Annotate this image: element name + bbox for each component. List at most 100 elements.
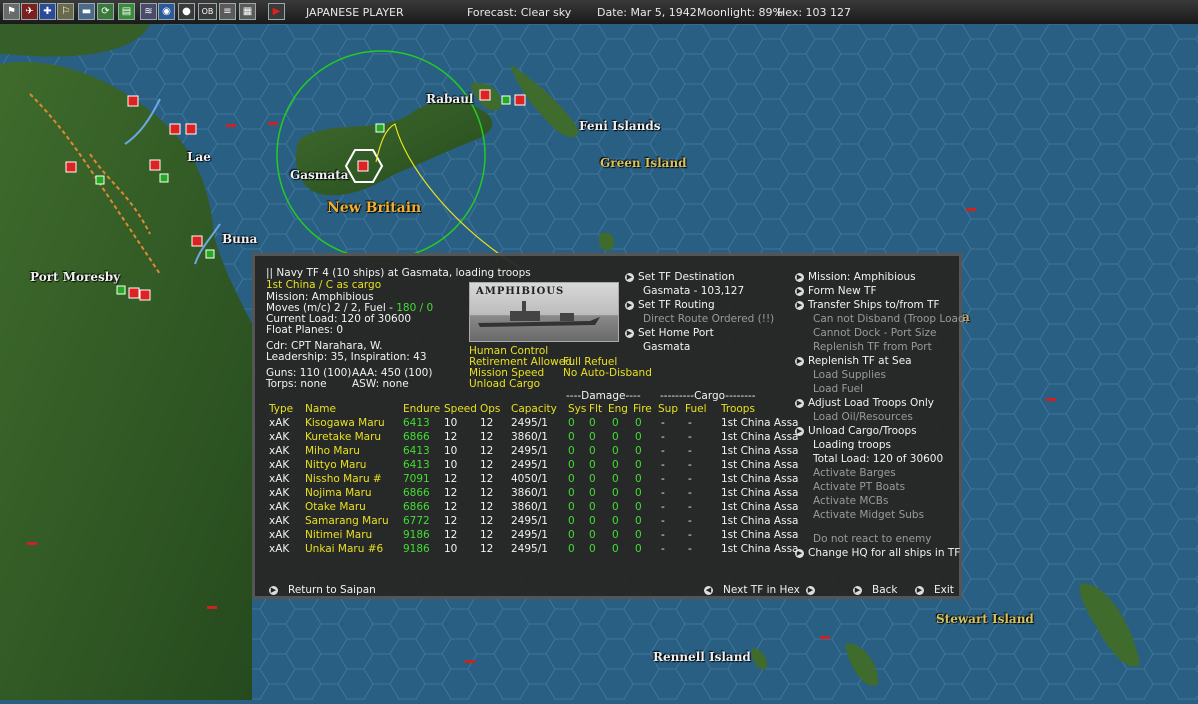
set-destination-label: Set TF Destination	[638, 271, 735, 283]
transfer-ships-button[interactable]: ▶ Transfer Ships to/from TF	[795, 299, 940, 312]
table-row[interactable]: xAK Otake Maru 6866 12 12 3860/1 0 0 0 0 - - 1st Chi…	[269, 500, 809, 514]
cell-name[interactable]: Nittyo Maru	[305, 458, 366, 472]
arrow-right-icon: ▶	[795, 286, 804, 296]
home-port-value: Gasmata	[643, 341, 691, 353]
table-row[interactable]: xAK Samarang Maru 6772 12 12 2495/1 0 0 0 0 - - 1st …	[269, 514, 809, 528]
cell-speed: 10	[444, 543, 458, 555]
toggle-unload-cargo[interactable]: Unload Cargo	[469, 378, 540, 391]
carrier-icon[interactable]: ▬	[78, 3, 95, 20]
cell-troops: 1st China Assa	[721, 459, 799, 471]
arrow-right-icon: ▶	[795, 300, 804, 310]
table-row[interactable]: xAK Nitimei Maru 9186 12 12 2495/1 0 0 0 0 - - 1st C…	[269, 528, 809, 542]
mission-button[interactable]: ▶ Mission: Amphibious	[795, 271, 916, 284]
flag-icon[interactable]: ⚑	[3, 3, 20, 20]
list-icon[interactable]: ≡	[219, 3, 236, 20]
table-row[interactable]: xAK Nittyo Maru 6413 10 12 2495/1 0 0 0 0 - - 1st Ch…	[269, 458, 809, 472]
return-button[interactable]: ▶ Return to Saipan	[269, 584, 376, 597]
form-new-tf-button[interactable]: ▶ Form New TF	[795, 285, 876, 298]
table-row[interactable]: xAK Nojima Maru 6866 12 12 3860/1 0 0 0 0 - - 1st Ch…	[269, 486, 809, 500]
set-routing-button[interactable]: ▶ Set TF Routing	[625, 299, 715, 312]
cell-name[interactable]: Samarang Maru	[305, 514, 389, 528]
adjust-load-label: Adjust Load Troops Only	[808, 397, 935, 409]
cell-sup: -	[661, 515, 665, 527]
globe-icon[interactable]: ◉	[158, 3, 175, 20]
grid-icon[interactable]: ▦	[239, 3, 256, 20]
set-routing-label: Set TF Routing	[638, 299, 715, 311]
table-row[interactable]: xAK Nissho Maru # 7091 12 12 4050/1 0 0 0 0 - - 1st …	[269, 472, 809, 486]
table-row[interactable]: xAK Miho Maru 6413 10 12 2495/1 0 0 0 0 - - 1st Chin…	[269, 444, 809, 458]
base-icon[interactable]: ⚐	[57, 3, 74, 20]
date-label: Date: Mar 5, 1942	[597, 6, 697, 19]
cell-troops: 1st China Assa	[721, 529, 799, 541]
cell-fire: 0	[635, 459, 642, 471]
tf-float-planes: Float Planes: 0	[266, 324, 344, 336]
table-row[interactable]: xAK Unkai Maru #6 9186 10 12 2495/1 0 0 0 0 - - 1st …	[269, 542, 809, 556]
cell-name[interactable]: Nitimei Maru	[305, 528, 372, 542]
cell-fire: 0	[635, 487, 642, 499]
cell-name[interactable]: Kuretake Maru	[305, 430, 381, 444]
cell-name[interactable]: Kisogawa Maru	[305, 416, 385, 430]
change-hq-button[interactable]: ▶ Change HQ for all ships in TF	[795, 547, 960, 560]
cell-fuel: -	[688, 515, 692, 527]
next-tf-label: Next TF in Hex	[723, 584, 800, 596]
map-label-buna: Buna	[222, 232, 258, 246]
cell-fuel: -	[688, 487, 692, 499]
cell-name[interactable]: Nojima Maru	[305, 486, 372, 500]
cell-eng: 0	[612, 473, 619, 485]
cell-speed: 12	[444, 487, 458, 499]
cell-flt: 0	[589, 417, 596, 429]
unload-cargo-label: Unload Cargo/Troops	[808, 425, 917, 437]
cell-name[interactable]: Miho Maru	[305, 444, 360, 458]
cell-name[interactable]: Otake Maru	[305, 500, 366, 514]
replenish-sea-button[interactable]: ▶ Replenish TF at Sea	[795, 355, 912, 368]
cell-name[interactable]: Nissho Maru #	[305, 472, 382, 486]
set-destination-button[interactable]: ▶ Set TF Destination	[625, 271, 735, 284]
table-row[interactable]: xAK Kisogawa Maru 6413 10 12 2495/1 0 0 0 0 - - 1st …	[269, 416, 809, 430]
cell-endure: 9186	[403, 543, 430, 555]
replenish-sea-label: Replenish TF at Sea	[808, 355, 912, 367]
map-label-rabaul: Rabaul	[426, 92, 474, 106]
cell-speed: 12	[444, 431, 458, 443]
cell-name[interactable]: Unkai Maru #6	[305, 542, 383, 556]
cell-capacity: 2495/1	[511, 543, 548, 555]
map-label-gasmata: Gasmata	[290, 168, 349, 182]
cell-speed: 12	[444, 529, 458, 541]
col-type: Type	[269, 403, 294, 415]
cell-eng: 0	[612, 431, 619, 443]
cell-sup: -	[661, 459, 665, 471]
cycle-icon[interactable]: ⟳	[97, 3, 114, 20]
activate-midget-subs-label: Activate Midget Subs	[813, 509, 925, 521]
cell-sys: 0	[568, 445, 575, 457]
toggle-auto-disband[interactable]: No Auto-Disband	[563, 367, 652, 380]
airgroup-icon[interactable]: ≋	[140, 3, 157, 20]
plane-icon[interactable]: ✈	[21, 3, 38, 20]
cell-sup: -	[661, 445, 665, 457]
cell-fire: 0	[635, 515, 642, 527]
cell-flt: 0	[589, 445, 596, 457]
exit-button[interactable]: ▶ Exit	[915, 584, 954, 597]
play-icon[interactable]: ▶	[268, 3, 285, 20]
arrow-right-icon: ▶	[915, 585, 924, 595]
do-not-react-label[interactable]: Do not react to enemy	[813, 533, 931, 546]
ship-icon[interactable]: ✚	[39, 3, 56, 20]
back-button[interactable]: ▶ Back	[853, 584, 898, 597]
cell-type: xAK	[269, 445, 290, 457]
cell-flt: 0	[589, 529, 596, 541]
arrow-left-icon: ◀	[704, 585, 713, 595]
cell-troops: 1st China Assa	[721, 417, 799, 429]
arrow-right-icon: ▶	[269, 585, 278, 595]
table-row[interactable]: xAK Kuretake Maru 6866 12 12 3860/1 0 0 0 0 - - 1st …	[269, 430, 809, 444]
cell-speed: 10	[444, 417, 458, 429]
col-capacity: Capacity	[511, 403, 557, 415]
disc-icon[interactable]: ●	[178, 3, 195, 20]
cell-sys: 0	[568, 515, 575, 527]
total-load-label: Total Load: 120 of 30600	[813, 453, 944, 465]
report-icon[interactable]: ▤	[118, 3, 135, 20]
set-home-port-button[interactable]: ▶ Set Home Port	[625, 327, 714, 340]
adjust-load-button[interactable]: ▶ Adjust Load Troops Only	[795, 397, 934, 410]
arrow-right-icon: ▶	[795, 272, 804, 282]
ob-icon[interactable]: OB	[198, 3, 217, 20]
unload-cargo-button[interactable]: ▶ Unload Cargo/Troops	[795, 425, 917, 438]
cell-capacity: 2495/1	[511, 459, 548, 471]
next-tf-button[interactable]: ◀ Next TF in Hex ▶	[704, 584, 819, 597]
